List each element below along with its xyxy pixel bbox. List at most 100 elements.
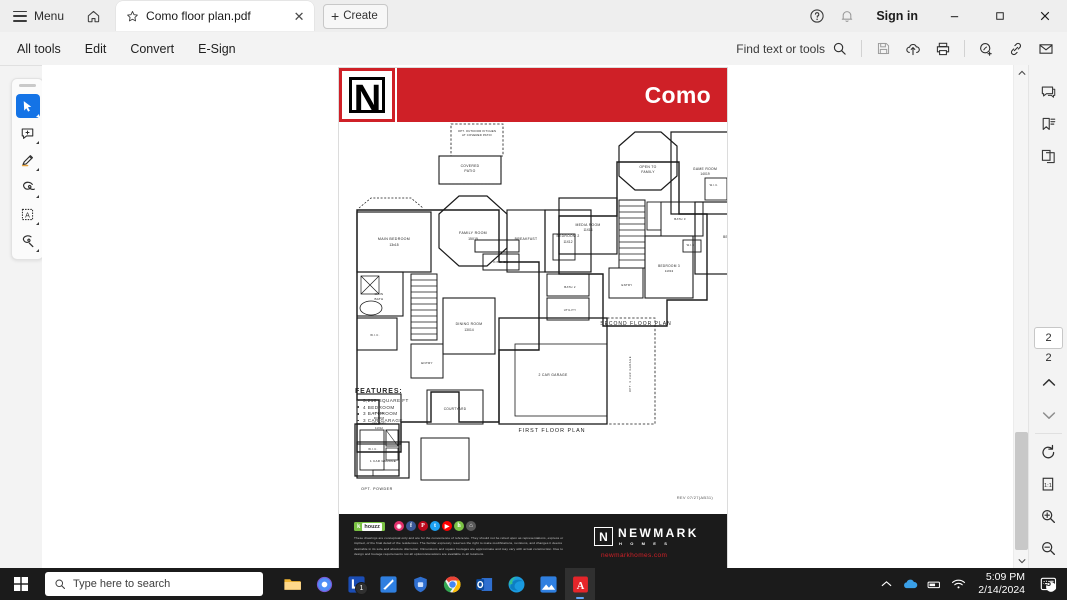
- svg-text:11X13: 11X13: [665, 269, 674, 273]
- page-thumbnails-button[interactable]: [1035, 142, 1063, 170]
- scrollbar-thumb[interactable]: [1015, 432, 1028, 550]
- svg-text:BEDROOM 3: BEDROOM 3: [658, 264, 680, 268]
- right-rail-bottom: 2 2 1:1: [1029, 327, 1067, 566]
- print-button[interactable]: [928, 36, 958, 62]
- taskbar-search-placeholder: Type here to search: [73, 578, 171, 590]
- notification-center-button[interactable]: 25: [1035, 570, 1061, 598]
- tab-convert[interactable]: Convert: [120, 37, 184, 61]
- tool-add-text-box[interactable]: A: [16, 202, 40, 226]
- comments-panel-button[interactable]: [1035, 78, 1063, 106]
- bookmarks-panel-button[interactable]: [1035, 110, 1063, 138]
- zoom-out-button[interactable]: [1035, 534, 1063, 562]
- vertical-scrollbar[interactable]: [1013, 65, 1029, 568]
- help-button[interactable]: [802, 2, 832, 30]
- taskbar-clock[interactable]: 5:09 PM 2/14/2024: [972, 571, 1031, 597]
- network-button[interactable]: [924, 570, 944, 598]
- taskbar-search-input[interactable]: Type here to search: [45, 572, 263, 596]
- taskbar-microsoft-edge[interactable]: [501, 568, 531, 600]
- wifi-icon: [951, 579, 965, 589]
- document-tab[interactable]: Como floor plan.pdf ✕: [116, 1, 315, 31]
- divider: [1035, 433, 1062, 434]
- maximize-button[interactable]: [977, 0, 1022, 32]
- title-bar: Menu Como floor plan.pdf ✕ + Create Sign…: [0, 0, 1067, 33]
- taskbar-photos[interactable]: [533, 568, 563, 600]
- taskbar-copilot[interactable]: [309, 568, 339, 600]
- tab-all-tools[interactable]: All tools: [7, 37, 71, 61]
- upload-to-cloud-button[interactable]: [898, 36, 928, 62]
- houzz-social-icon[interactable]: h: [454, 521, 464, 531]
- help-icon: [810, 9, 824, 23]
- taskbar-lastpass[interactable]: 1: [341, 568, 371, 600]
- zoom-in-button[interactable]: [1035, 502, 1063, 530]
- toolbar-drag-handle[interactable]: [19, 84, 36, 87]
- document-tab-close-button[interactable]: ✕: [290, 7, 308, 25]
- minimize-button[interactable]: [932, 0, 977, 32]
- find-text-or-tools-button[interactable]: Find text or tools: [728, 37, 855, 60]
- website-link[interactable]: newmarkhomes.com: [601, 552, 667, 559]
- social-icons: ◉ f P t ▶ h ⌂: [394, 521, 476, 531]
- taskbar-google-chrome[interactable]: [437, 568, 467, 600]
- menu-button[interactable]: Menu: [5, 3, 74, 29]
- sign-in-button[interactable]: Sign in: [862, 9, 932, 23]
- tool-highlight-pen[interactable]: [16, 148, 40, 172]
- scroll-up-arrow[interactable]: [1014, 65, 1029, 80]
- youtube-icon[interactable]: ▶: [442, 521, 452, 531]
- window-close-button[interactable]: [1022, 0, 1067, 32]
- tool-draw-freehand[interactable]: [16, 175, 40, 199]
- show-hidden-icons-button[interactable]: [876, 570, 896, 598]
- chevron-icon: [35, 195, 39, 198]
- taskbar-outlook[interactable]: [469, 568, 499, 600]
- scroll-down-arrow[interactable]: [1014, 553, 1029, 568]
- tool-select-cursor[interactable]: [15, 94, 40, 118]
- tab-e-sign[interactable]: E-Sign: [188, 37, 246, 61]
- newmark-logo-box: N: [594, 527, 613, 546]
- star-icon[interactable]: [126, 10, 139, 23]
- tool-erase[interactable]: [16, 229, 40, 253]
- tab-edit[interactable]: Edit: [75, 37, 117, 61]
- rotate-button[interactable]: [1035, 438, 1063, 466]
- onedrive-button[interactable]: [900, 570, 920, 598]
- taskbar-adobe-acrobat[interactable]: A: [565, 568, 595, 600]
- taskbar-security-shield[interactable]: [405, 568, 435, 600]
- page-number-input[interactable]: 2: [1034, 327, 1063, 349]
- newmark-wordmark: NEWMARK H O M E S: [618, 527, 699, 546]
- chevron-icon: [35, 168, 39, 171]
- document-viewer[interactable]: N Como OPT. OUTDOOR KITCHEN AT COVERED P…: [42, 65, 1028, 568]
- svg-text:1:1: 1:1: [1044, 482, 1052, 488]
- fit-page-icon: 1:1: [1042, 477, 1054, 491]
- svg-text:ENTRY: ENTRY: [421, 361, 433, 365]
- home-button[interactable]: [78, 3, 108, 29]
- floor-plan-svg: OPT. OUTDOOR KITCHEN AT COVERED PATIO CO…: [354, 123, 727, 491]
- next-page-button[interactable]: [1035, 401, 1063, 429]
- share-link-button[interactable]: [1001, 36, 1031, 62]
- notifications-button[interactable]: [832, 2, 862, 30]
- svg-text:UTILITY: UTILITY: [564, 308, 577, 312]
- windows-taskbar: Type here to search 1 A 5:09 PM 2/14/202…: [0, 568, 1067, 600]
- twitter-icon[interactable]: t: [430, 521, 440, 531]
- home-social-icon[interactable]: ⌂: [466, 521, 476, 531]
- minimize-icon: [950, 15, 959, 17]
- email-button[interactable]: [1031, 36, 1061, 62]
- request-signature-button[interactable]: [971, 36, 1001, 62]
- save-button[interactable]: [868, 36, 898, 62]
- google-chrome-icon: [443, 576, 461, 592]
- create-button[interactable]: + Create: [323, 3, 388, 29]
- taskbar-file-explorer[interactable]: [277, 568, 307, 600]
- add-text-box-icon: A: [21, 208, 34, 220]
- fit-page-button[interactable]: 1:1: [1035, 470, 1063, 498]
- tool-add-comment[interactable]: [16, 121, 40, 145]
- facebook-icon[interactable]: f: [406, 521, 416, 531]
- security-shield-icon: [413, 576, 427, 592]
- wifi-button[interactable]: [948, 570, 968, 598]
- pinterest-icon[interactable]: P: [418, 521, 428, 531]
- previous-page-button[interactable]: [1035, 369, 1063, 397]
- svg-text:FIRST FLOOR PLAN: FIRST FLOOR PLAN: [518, 428, 585, 434]
- taskbar-snipping-tool[interactable]: [373, 568, 403, 600]
- newmark-homes-logo: N NEWMARK H O M E S: [594, 527, 699, 546]
- right-rail-top: [1029, 65, 1067, 170]
- notification-count: 25: [1042, 579, 1051, 588]
- start-button[interactable]: [0, 568, 42, 600]
- plan-footer: k houzz ◉ f P t ▶ h ⌂ These drawings are…: [339, 514, 727, 568]
- instagram-icon[interactable]: ◉: [394, 521, 404, 531]
- clock-date: 2/14/2024: [978, 584, 1025, 596]
